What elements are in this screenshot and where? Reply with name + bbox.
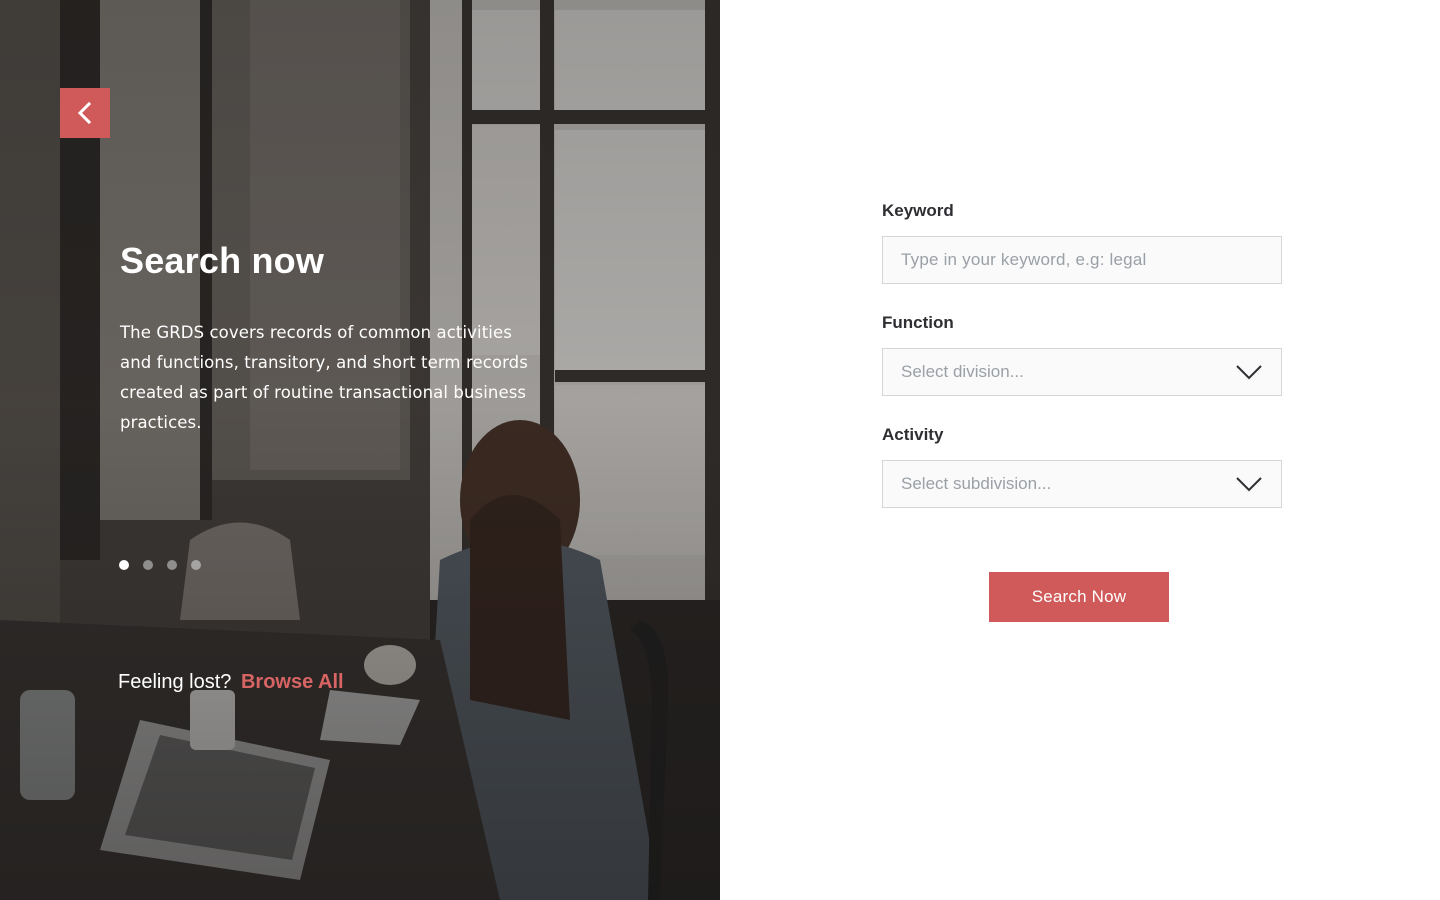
- feeling-lost-text: Feeling lost?: [118, 671, 232, 693]
- browse-all-link[interactable]: Browse All: [241, 671, 344, 693]
- activity-field: Activity Select subdivision...: [882, 424, 1282, 508]
- carousel-dots: [119, 560, 201, 570]
- hero-description: The GRDS covers records of common activi…: [120, 323, 528, 432]
- activity-label: Activity: [882, 425, 944, 444]
- chevron-down-icon: [1236, 365, 1262, 380]
- feeling-lost: Feeling lost? Browse All: [118, 671, 344, 694]
- function-select[interactable]: Select division...: [882, 348, 1282, 396]
- keyword-label: Keyword: [882, 201, 954, 220]
- carousel-dot-1[interactable]: [119, 560, 129, 570]
- hero-title: Search now: [120, 240, 325, 281]
- keyword-input[interactable]: [882, 236, 1282, 284]
- keyword-field: Keyword: [882, 200, 1282, 284]
- back-button[interactable]: [60, 88, 110, 138]
- search-form: Keyword Function Select division... Acti…: [882, 200, 1282, 536]
- carousel-dot-2[interactable]: [143, 560, 153, 570]
- carousel-dot-3[interactable]: [167, 560, 177, 570]
- function-label: Function: [882, 313, 954, 332]
- activity-select-value: Select subdivision...: [901, 474, 1052, 493]
- function-select-value: Select division...: [901, 362, 1024, 381]
- chevron-left-icon: [77, 102, 92, 124]
- search-now-button[interactable]: Search Now: [989, 572, 1169, 622]
- function-field: Function Select division...: [882, 312, 1282, 396]
- chevron-down-icon: [1236, 477, 1262, 492]
- activity-select[interactable]: Select subdivision...: [882, 460, 1282, 508]
- carousel-dot-4[interactable]: [191, 560, 201, 570]
- hero-panel: Search now The GRDS covers records of co…: [0, 0, 720, 900]
